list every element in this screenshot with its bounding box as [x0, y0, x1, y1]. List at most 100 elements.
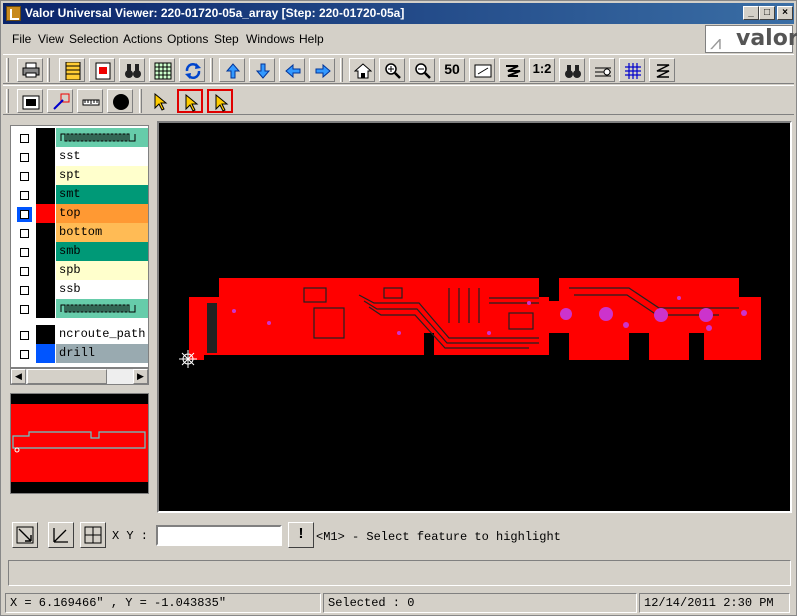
menu-selection[interactable]: Selection — [69, 32, 118, 46]
layer-name[interactable] — [56, 299, 148, 318]
layer-row[interactable]: sst — [11, 147, 148, 166]
minimize-button[interactable]: _ — [743, 6, 759, 20]
layer-row[interactable]: drill — [11, 344, 148, 363]
layer-name[interactable]: spb — [56, 261, 148, 280]
circle-button[interactable] — [107, 89, 133, 113]
layer-checkbox[interactable] — [20, 350, 29, 359]
layer-checkbox[interactable] — [20, 267, 29, 276]
layer-row[interactable]: ncroute_path — [11, 325, 148, 344]
layer-checkbox[interactable] — [20, 191, 29, 200]
zoom-box-button[interactable] — [469, 58, 495, 82]
layer-color-swatch[interactable] — [36, 147, 55, 166]
layer-name[interactable]: smt — [56, 185, 148, 204]
menu-help[interactable]: Help — [299, 32, 324, 46]
select-arrow-button[interactable] — [147, 89, 173, 113]
layer-name[interactable] — [56, 128, 148, 147]
layer-color-swatch[interactable] — [36, 242, 55, 261]
layer-color-swatch[interactable] — [36, 261, 55, 280]
title-bar[interactable]: Valor Universal Viewer: 220-01720-05a_ar… — [3, 3, 794, 24]
layer-row[interactable]: spt — [11, 166, 148, 185]
highlight-exclamation-button[interactable]: ! — [288, 522, 314, 548]
layer-row[interactable]: smb — [11, 242, 148, 261]
snap-button[interactable] — [649, 58, 675, 82]
layer-checkbox[interactable] — [20, 331, 29, 340]
zoom-1to1-button[interactable]: 1:2 — [529, 58, 555, 82]
binoculars-button[interactable] — [119, 58, 145, 82]
outline-mode-button[interactable] — [47, 89, 73, 113]
layer-checkbox[interactable] — [20, 248, 29, 257]
layer-row[interactable]: spb — [11, 261, 148, 280]
layer-name[interactable]: drill — [56, 344, 148, 363]
pan-up-button[interactable] — [219, 58, 245, 82]
layer-checkbox[interactable] — [20, 229, 29, 238]
zoom-grid-button[interactable] — [80, 522, 106, 548]
layer-name[interactable]: ssb — [56, 280, 148, 299]
print-button[interactable] — [17, 58, 43, 82]
grid-button[interactable] — [619, 58, 645, 82]
layer-row[interactable]: top — [11, 204, 148, 223]
layer-color-swatch[interactable] — [36, 325, 55, 344]
zoom-in-button[interactable] — [379, 58, 405, 82]
maximize-button[interactable]: □ — [759, 6, 775, 20]
zoom-profile-button[interactable] — [499, 58, 525, 82]
layer-checkbox[interactable] — [20, 134, 29, 143]
zoom-fit-button[interactable]: 50 — [439, 58, 465, 82]
pan-right-button[interactable] — [309, 58, 335, 82]
pan-down-button[interactable] — [249, 58, 275, 82]
layer-list-scrollbar[interactable]: ◀ ▶ — [10, 368, 149, 385]
layer-name[interactable]: top — [56, 204, 148, 223]
menu-actions[interactable]: Actions — [123, 32, 162, 46]
measure-button[interactable] — [589, 58, 615, 82]
xy-input[interactable] — [156, 525, 282, 546]
close-button[interactable]: × — [777, 6, 793, 20]
table-button[interactable] — [149, 58, 175, 82]
layer-name[interactable]: sst — [56, 147, 148, 166]
select-window-button[interactable] — [207, 89, 233, 113]
scroll-thumb[interactable] — [27, 369, 107, 384]
layer-checkbox[interactable] — [20, 286, 29, 295]
layer-row[interactable]: ssb — [11, 280, 148, 299]
layer-row[interactable]: bottom — [11, 223, 148, 242]
toolbar-grip[interactable] — [6, 58, 9, 82]
menu-step[interactable]: Step — [214, 32, 239, 46]
layer-name[interactable]: spt — [56, 166, 148, 185]
refresh-button[interactable] — [179, 58, 205, 82]
ruler-button[interactable] — [77, 89, 103, 113]
layer-checkbox[interactable] — [20, 172, 29, 181]
layer-color-swatch[interactable] — [36, 166, 55, 185]
layer-color-swatch[interactable] — [36, 280, 55, 299]
pan-left-button[interactable] — [279, 58, 305, 82]
layer-checkbox[interactable] — [20, 305, 29, 314]
menu-options[interactable]: Options — [167, 32, 208, 46]
zoom-area-button[interactable] — [48, 522, 74, 548]
layer-name[interactable]: ncroute_path — [56, 325, 148, 344]
find-button[interactable] — [559, 58, 585, 82]
layer-color-swatch[interactable] — [36, 344, 55, 363]
toolbar-grip[interactable] — [6, 89, 9, 113]
layer-name[interactable]: smb — [56, 242, 148, 261]
scroll-right-icon[interactable]: ▶ — [133, 369, 148, 384]
layer-row[interactable] — [11, 299, 148, 318]
layers-list-button[interactable] — [59, 58, 85, 82]
overview-minimap[interactable] — [10, 393, 149, 494]
zoom-out-button[interactable] — [409, 58, 435, 82]
layer-name[interactable]: bottom — [56, 223, 148, 242]
layer-row[interactable] — [11, 128, 148, 147]
layer-color-swatch[interactable] — [36, 299, 55, 318]
fill-mode-button[interactable] — [17, 89, 43, 113]
layer-color-swatch[interactable] — [36, 223, 55, 242]
graphics-canvas[interactable] — [157, 121, 792, 513]
layer-color-swatch[interactable] — [36, 185, 55, 204]
select-highlight-button[interactable] — [177, 89, 203, 113]
scroll-left-icon[interactable]: ◀ — [11, 369, 26, 384]
zoom-window-button[interactable] — [12, 522, 38, 548]
layer-checkbox[interactable] — [20, 210, 29, 219]
home-button[interactable] — [349, 58, 375, 82]
layer-row[interactable]: smt — [11, 185, 148, 204]
menu-view[interactable]: View — [38, 32, 64, 46]
layer-color-swatch[interactable] — [36, 128, 55, 147]
step-button[interactable] — [89, 58, 115, 82]
layer-checkbox[interactable] — [20, 153, 29, 162]
menu-windows[interactable]: Windows — [246, 32, 295, 46]
layer-color-swatch[interactable] — [36, 204, 55, 223]
